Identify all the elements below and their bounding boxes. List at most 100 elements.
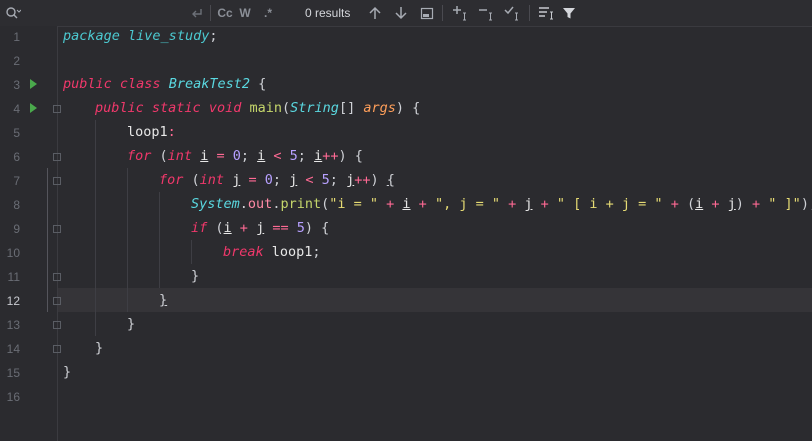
fold-icon[interactable]: [53, 105, 61, 113]
string: "i = ": [329, 196, 379, 212]
keyword: public: [63, 76, 112, 92]
line-number: 2: [13, 54, 20, 68]
line-number: 3: [13, 78, 20, 92]
indent-guide: [127, 168, 128, 312]
fold-icon[interactable]: [53, 153, 61, 161]
method-name: print: [280, 196, 322, 212]
punctuation: ;: [312, 244, 321, 260]
code-line-5[interactable]: loop1:: [127, 120, 176, 144]
indent-guide: [191, 240, 192, 264]
run-main-icon[interactable]: [30, 103, 37, 113]
code-line-1[interactable]: package live_study;: [63, 24, 217, 48]
filter-icon[interactable]: [560, 3, 578, 23]
match-case-button[interactable]: Cc: [215, 3, 235, 23]
replace-history-icon[interactable]: [188, 3, 206, 23]
line-number: 5: [13, 126, 20, 140]
punctuation: (: [282, 100, 291, 116]
variable: i: [695, 196, 704, 212]
keyword: package: [63, 28, 120, 44]
line-number: 4: [13, 102, 20, 116]
line-number-current: 12: [6, 294, 20, 308]
add-occurrence-icon[interactable]: [450, 3, 472, 23]
fold-icon[interactable]: [53, 177, 61, 185]
punctuation: ;: [209, 28, 218, 44]
code-line-9[interactable]: if (i + j == 5) {: [191, 216, 329, 240]
previous-occurrence-icon[interactable]: [366, 3, 384, 23]
keyword: int: [167, 148, 193, 164]
operator: +: [410, 196, 435, 212]
line-number: 7: [13, 174, 20, 188]
remove-occurrence-icon[interactable]: [476, 3, 498, 23]
operator: ++: [322, 148, 339, 164]
punctuation: ;: [297, 148, 315, 164]
string: " [ i + j = ": [556, 196, 663, 212]
variable: j: [727, 196, 736, 212]
number: 5: [289, 148, 298, 164]
line-number: 8: [13, 198, 20, 212]
select-all-occurrences-icon[interactable]: [418, 3, 436, 23]
regex-button[interactable]: .*: [259, 3, 277, 23]
keyword: public: [95, 100, 144, 116]
code-line-12[interactable]: }: [159, 288, 167, 312]
method-name: main: [249, 100, 283, 116]
code-line-8[interactable]: System.out.print("i = " + i + ", j = " +…: [191, 192, 812, 216]
indent-guide: [95, 120, 96, 336]
string: ", j = ": [434, 196, 500, 212]
operator: =: [208, 148, 233, 164]
punctuation: }: [95, 340, 104, 356]
punctuation: (: [151, 148, 168, 164]
code-line-7[interactable]: for (int j = 0; j < 5; j++) {: [159, 168, 395, 192]
code-line-14[interactable]: }: [95, 336, 103, 360]
fold-icon[interactable]: [53, 345, 61, 353]
keyword: for: [159, 172, 184, 188]
next-occurrence-icon[interactable]: [392, 3, 410, 23]
fold-icon[interactable]: [53, 321, 61, 329]
operator: +: [378, 196, 403, 212]
search-icon[interactable]: [4, 3, 22, 23]
code-line-15[interactable]: }: [63, 360, 71, 384]
code-line-4[interactable]: public static void main(String[] args) {: [95, 96, 420, 120]
type-name: String: [290, 100, 339, 116]
fold-icon[interactable]: [53, 297, 61, 305]
filter-list-icon[interactable]: [536, 3, 556, 23]
fold-icon[interactable]: [53, 225, 61, 233]
code-line-6[interactable]: for (int i = 0; i < 5; i++) {: [127, 144, 363, 168]
separator: [529, 5, 530, 21]
indent-guide: [159, 192, 160, 288]
keyword: if: [191, 220, 208, 236]
code-line-13[interactable]: }: [127, 312, 135, 336]
label: loop1: [127, 124, 168, 140]
select-all-checkbox-icon[interactable]: [502, 3, 524, 23]
separator: [442, 5, 443, 21]
punctuation: []: [338, 100, 364, 116]
code-line-10[interactable]: break loop1;: [223, 240, 321, 264]
find-toolbar: Cc W .* 0 results: [0, 0, 812, 27]
variable: j: [524, 196, 533, 212]
number: 5: [321, 172, 330, 188]
separator: [210, 5, 211, 21]
code-line-11[interactable]: }: [191, 264, 199, 288]
run-class-icon[interactable]: [30, 79, 37, 89]
operator: +: [662, 196, 687, 212]
gutter-divider: [57, 26, 58, 441]
operator: ==: [264, 220, 297, 236]
class-name: System: [191, 196, 240, 212]
words-button[interactable]: W: [237, 3, 253, 23]
punctuation: :: [167, 124, 176, 140]
operator: +: [499, 196, 525, 212]
fold-icon[interactable]: [53, 273, 61, 281]
operator: +: [743, 196, 769, 212]
punctuation: );: [800, 196, 812, 212]
results-count: 0 results: [305, 6, 351, 20]
punctuation: .: [239, 196, 248, 212]
punctuation: ): [735, 196, 744, 212]
punctuation: (: [207, 220, 224, 236]
punctuation: }: [191, 268, 200, 284]
punctuation: ) {: [338, 148, 363, 164]
code-line-3[interactable]: public class BreakTest2 {: [63, 72, 266, 96]
keyword: class: [119, 76, 161, 92]
parameter: args: [363, 100, 396, 116]
variable: i: [223, 220, 232, 236]
matched-brace: }: [159, 292, 168, 308]
punctuation: ;: [272, 172, 290, 188]
